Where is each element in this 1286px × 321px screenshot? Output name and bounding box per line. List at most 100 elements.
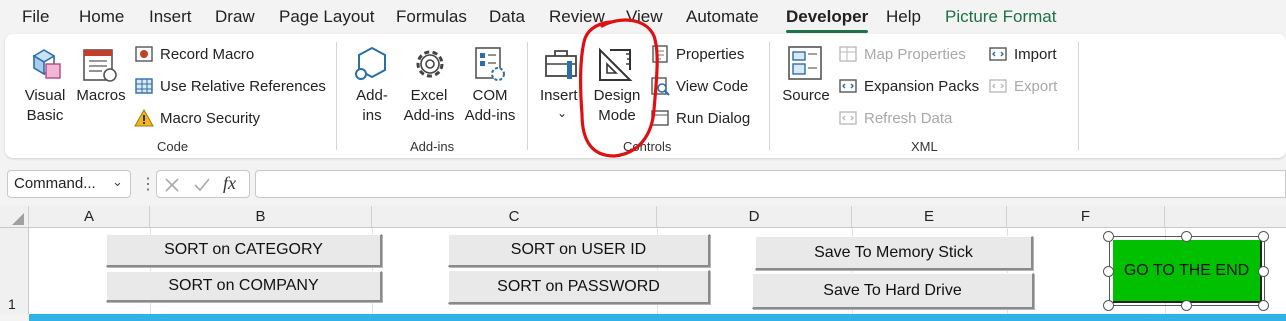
resize-handle[interactable] bbox=[1181, 231, 1192, 242]
column-header-e[interactable]: E bbox=[852, 206, 1007, 228]
refresh-data-icon bbox=[838, 108, 858, 128]
code-group-label: Code bbox=[157, 139, 189, 154]
import-icon bbox=[988, 44, 1008, 64]
column-header-d[interactable]: D bbox=[657, 206, 852, 228]
column-header-b[interactable]: B bbox=[150, 206, 372, 228]
resize-handle[interactable] bbox=[1258, 300, 1269, 311]
cancel-icon[interactable] bbox=[164, 177, 180, 193]
com-add-ins-label-1: COM bbox=[472, 87, 508, 104]
select-all-corner[interactable] bbox=[0, 206, 29, 228]
row-header-1[interactable]: 1 bbox=[0, 228, 29, 314]
excel-add-ins-label-2: Add-ins bbox=[403, 107, 455, 124]
record-macro-icon bbox=[134, 44, 154, 64]
run-dialog-label: Run Dialog bbox=[676, 109, 751, 127]
tab-automate[interactable]: Automate bbox=[686, 7, 759, 27]
sort-category-button[interactable]: SORT on CATEGORY bbox=[106, 234, 382, 267]
tab-formulas[interactable]: Formulas bbox=[396, 7, 467, 27]
properties-label: Properties bbox=[676, 45, 745, 63]
tab-page-layout[interactable]: Page Layout bbox=[279, 7, 374, 27]
macros-icon[interactable] bbox=[80, 44, 120, 89]
insert-function-button[interactable]: fx bbox=[223, 173, 236, 194]
expansion-packs-button[interactable]: Expansion Packs bbox=[838, 74, 979, 98]
tab-file[interactable]: File bbox=[22, 7, 49, 27]
tab-help[interactable]: Help bbox=[886, 7, 921, 27]
ribbon-divider bbox=[769, 42, 770, 150]
macro-security-button[interactable]: Macro Security bbox=[134, 106, 260, 130]
add-ins-label-1: Add- bbox=[356, 87, 388, 104]
map-properties-label: Map Properties bbox=[864, 45, 966, 63]
ribbon-divider bbox=[527, 42, 528, 150]
refresh-data-button[interactable]: Refresh Data bbox=[838, 106, 952, 130]
xml-group-label: XML bbox=[911, 139, 938, 154]
save-hard-drive-button[interactable]: Save To Hard Drive bbox=[752, 273, 1034, 309]
formula-input[interactable] bbox=[255, 170, 1286, 198]
column-header-a[interactable]: A bbox=[29, 206, 150, 228]
ribbon-divider bbox=[1078, 42, 1079, 150]
macros-button[interactable]: Macros bbox=[72, 86, 130, 106]
excel-add-ins-label-1: Excel bbox=[410, 87, 448, 104]
sort-company-button[interactable]: SORT on COMPANY bbox=[106, 271, 382, 302]
import-label: Import bbox=[1014, 45, 1057, 63]
map-properties-icon bbox=[838, 44, 858, 64]
com-add-ins-icon[interactable] bbox=[470, 44, 510, 89]
expansion-packs-label: Expansion Packs bbox=[864, 77, 980, 95]
visual-basic-icon[interactable] bbox=[26, 44, 66, 89]
tab-home[interactable]: Home bbox=[79, 7, 124, 27]
tab-data[interactable]: Data bbox=[489, 7, 525, 27]
import-button[interactable]: Import bbox=[988, 42, 1057, 66]
column-header-c[interactable]: C bbox=[372, 206, 657, 228]
source-icon[interactable] bbox=[786, 44, 826, 89]
warning-icon bbox=[134, 108, 154, 128]
view-code-label: View Code bbox=[676, 77, 749, 95]
excel-add-ins-button[interactable]: Excel Add-ins bbox=[398, 86, 460, 126]
red-annotation-circle bbox=[579, 18, 659, 158]
add-ins-button[interactable]: Add- ins bbox=[348, 86, 396, 126]
gear-icon[interactable] bbox=[410, 44, 450, 89]
visual-basic-label-2: Basic bbox=[26, 107, 64, 124]
export-icon bbox=[988, 76, 1008, 96]
record-macro-label: Record Macro bbox=[160, 45, 255, 63]
tab-developer[interactable]: Developer bbox=[786, 7, 869, 33]
export-label: Export bbox=[1014, 77, 1058, 95]
go-to-end-button[interactable]: GO TO THE END bbox=[1113, 240, 1262, 303]
add-ins-icon[interactable] bbox=[352, 44, 392, 89]
tab-insert[interactable]: Insert bbox=[149, 7, 192, 27]
resize-handle[interactable] bbox=[1103, 300, 1114, 311]
export-button[interactable]: Export bbox=[988, 74, 1057, 98]
use-relative-references-button[interactable]: Use Relative References bbox=[134, 74, 326, 98]
use-relative-references-label: Use Relative References bbox=[160, 77, 326, 95]
chevron-down-icon[interactable]: ⌄ bbox=[557, 106, 567, 120]
name-box-value: Command... bbox=[14, 175, 96, 192]
visual-basic-label-1: Visual bbox=[24, 87, 66, 104]
expansion-packs-icon bbox=[838, 76, 858, 96]
select-all-icon bbox=[12, 213, 24, 225]
save-memory-stick-button[interactable]: Save To Memory Stick bbox=[755, 236, 1033, 270]
column-header-g[interactable] bbox=[1165, 206, 1286, 228]
macro-security-label: Macro Security bbox=[160, 109, 261, 127]
map-properties-button[interactable]: Map Properties bbox=[838, 42, 966, 66]
row-number-1: 1 bbox=[8, 296, 16, 312]
formula-controls: fx bbox=[156, 170, 250, 198]
more-options-icon[interactable]: ⋮ bbox=[140, 174, 156, 194]
resize-handle[interactable] bbox=[1258, 266, 1269, 277]
resize-handle[interactable] bbox=[1103, 266, 1114, 277]
record-macro-button[interactable]: Record Macro bbox=[134, 42, 254, 66]
add-ins-label-2: ins bbox=[362, 107, 382, 124]
resize-handle[interactable] bbox=[1258, 231, 1269, 242]
chevron-down-icon[interactable]: ⌄ bbox=[112, 174, 123, 190]
relative-references-icon bbox=[134, 76, 154, 96]
sort-password-button[interactable]: SORT on PASSWORD bbox=[448, 270, 710, 304]
enter-check-icon[interactable] bbox=[193, 177, 211, 193]
sort-user-id-button[interactable]: SORT on USER ID bbox=[448, 234, 710, 267]
tab-picture-format[interactable]: Picture Format bbox=[945, 7, 1056, 27]
resize-handle[interactable] bbox=[1181, 300, 1192, 311]
selected-row-highlight bbox=[29, 314, 1286, 321]
tab-draw[interactable]: Draw bbox=[215, 7, 255, 27]
com-add-ins-button[interactable]: COM Add-ins bbox=[460, 86, 520, 126]
source-button[interactable]: Source bbox=[778, 86, 834, 106]
visual-basic-button[interactable]: Visual Basic bbox=[18, 86, 72, 126]
ribbon-divider bbox=[336, 42, 337, 150]
resize-handle[interactable] bbox=[1103, 231, 1114, 242]
column-header-f[interactable]: F bbox=[1007, 206, 1165, 228]
com-add-ins-label-2: Add-ins bbox=[464, 107, 516, 124]
